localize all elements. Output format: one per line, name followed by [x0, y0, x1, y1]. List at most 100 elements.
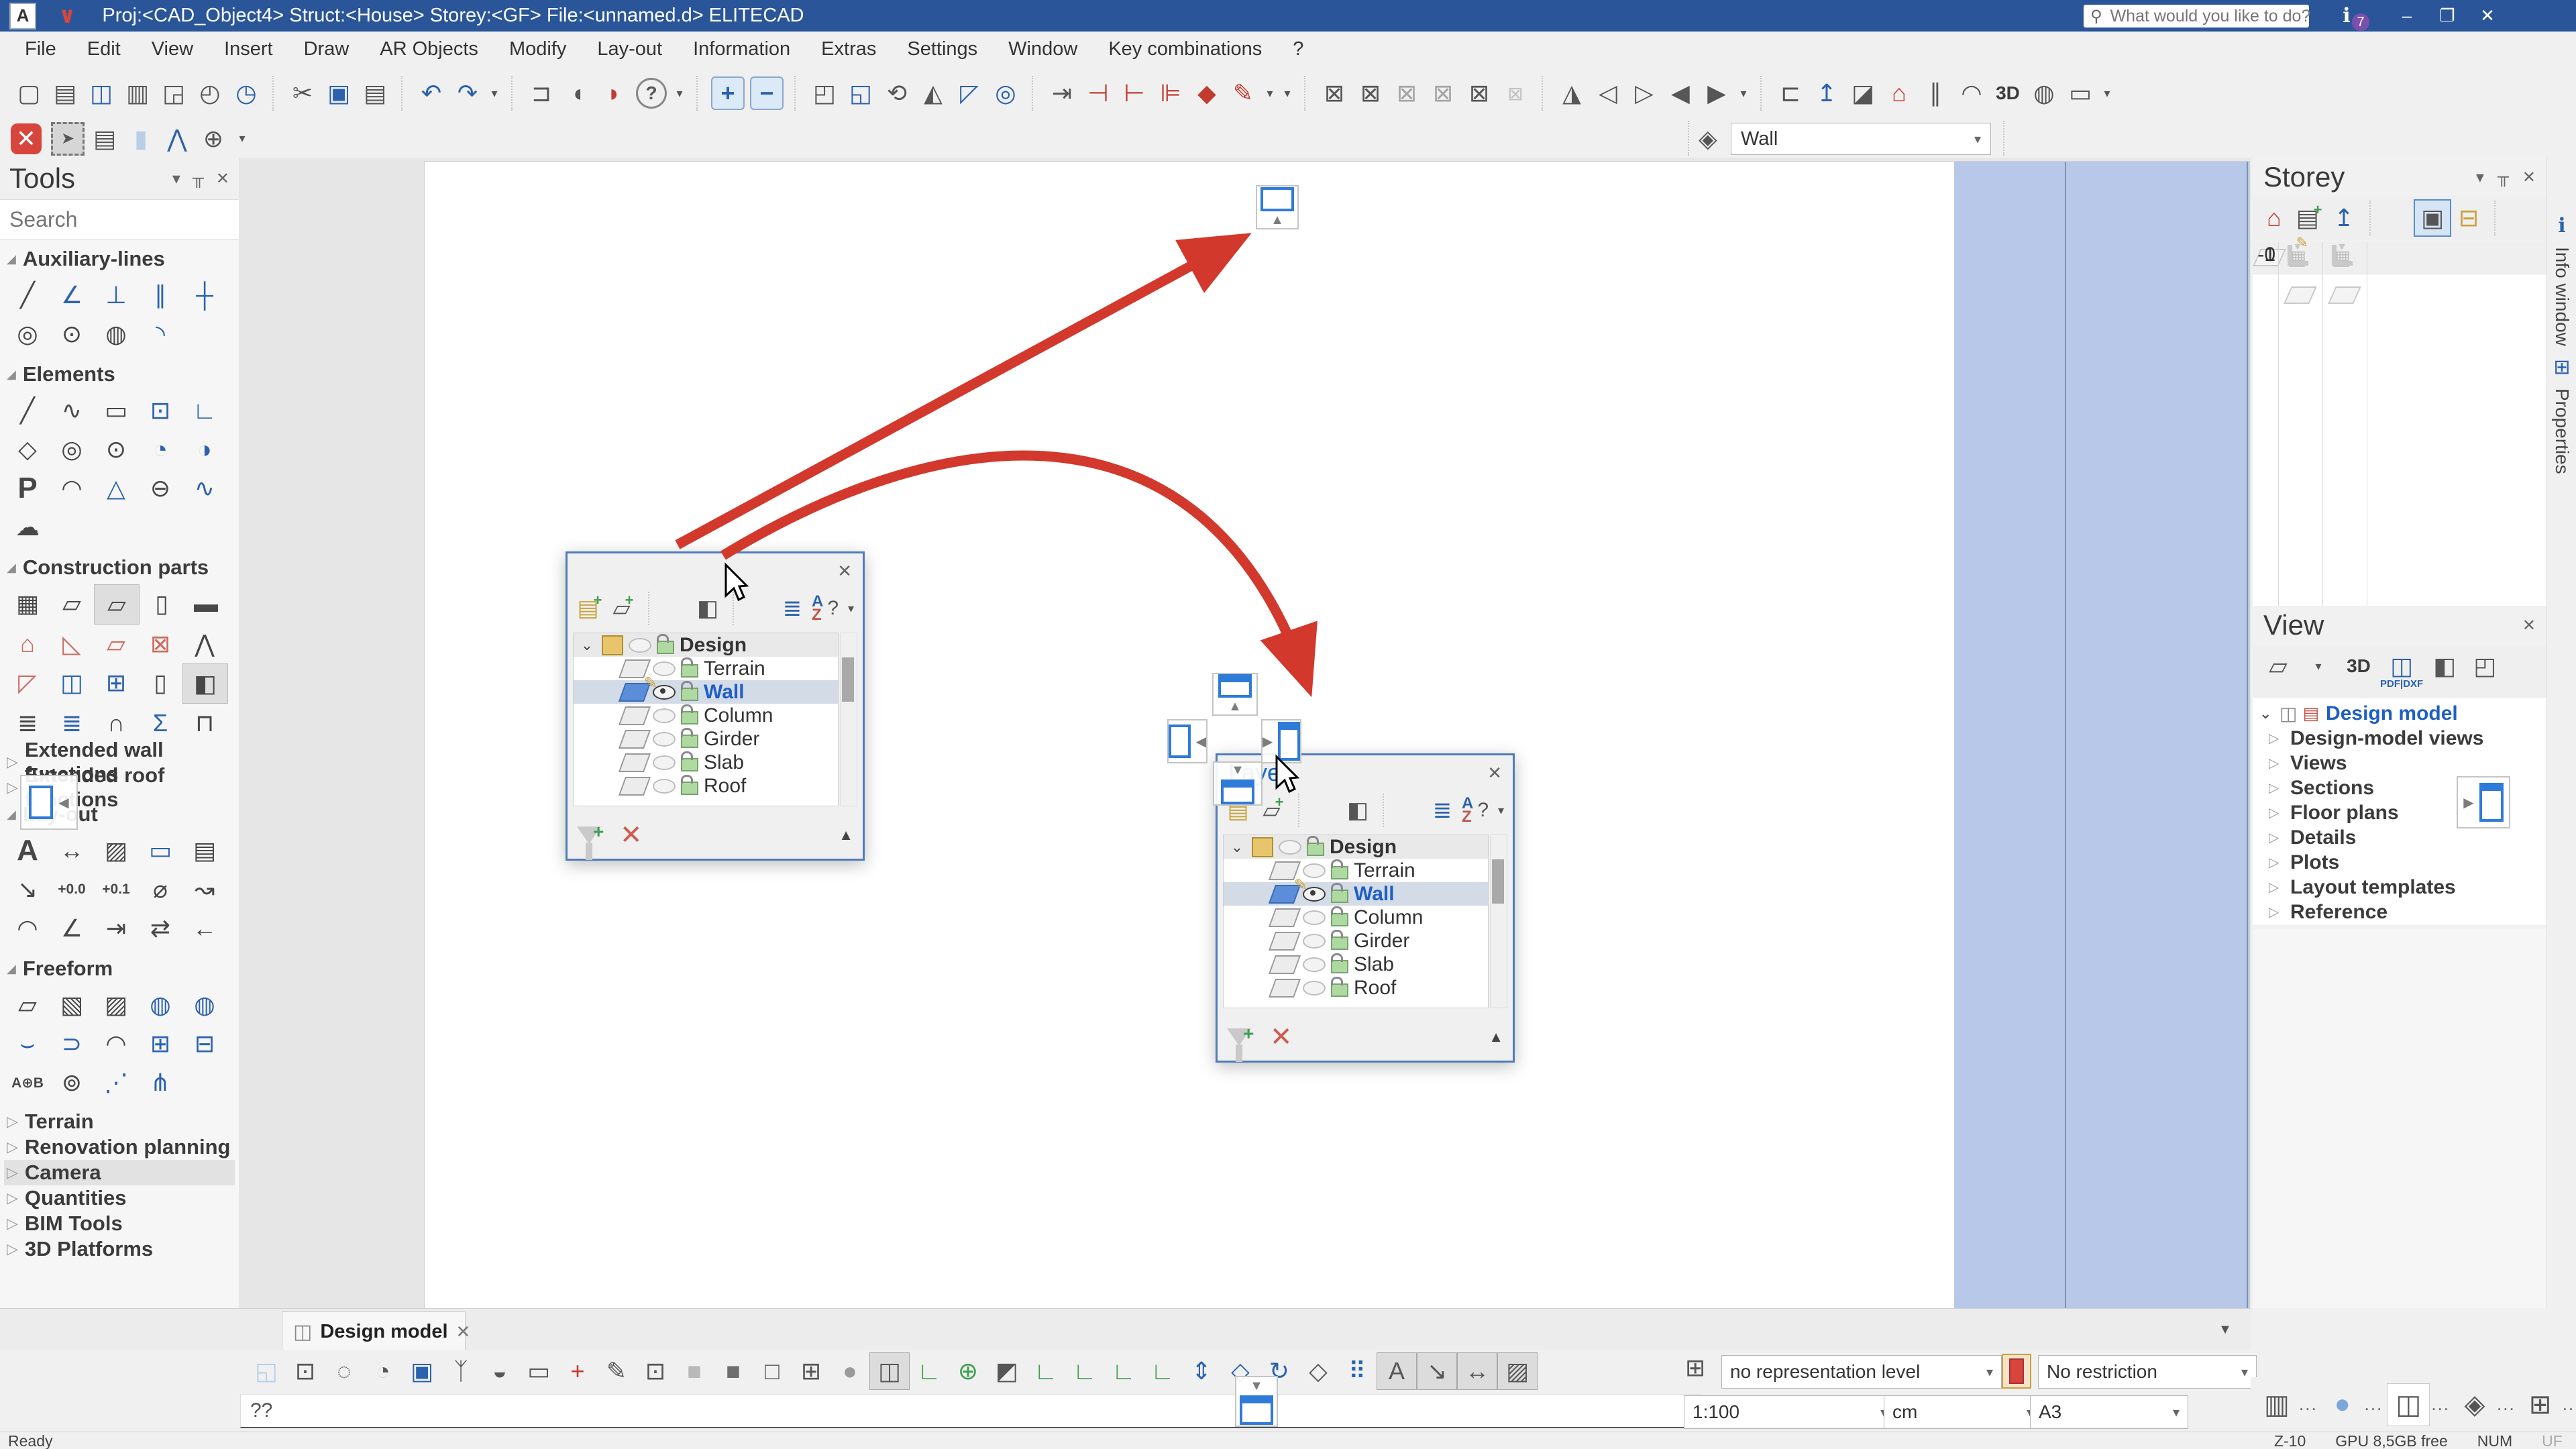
command-input[interactable] — [240, 1394, 1701, 1428]
visibility-eye-icon[interactable] — [653, 755, 676, 770]
region-select-button[interactable]: ▮ — [125, 123, 157, 155]
dock-left-indicator[interactable]: ◀ — [20, 775, 78, 830]
more-menu[interactable]: ... — [2365, 1394, 2383, 1415]
expand-chevron[interactable]: ▷ — [2269, 879, 2279, 896]
layer-row[interactable]: Column — [574, 704, 838, 727]
menu-item[interactable]: Settings — [892, 38, 993, 60]
menu-item[interactable]: View — [136, 38, 209, 60]
box-stretch-button[interactable]: ⇕ — [1182, 1353, 1221, 1389]
lock-icon[interactable] — [1331, 983, 1348, 997]
menu-item[interactable]: Draw — [288, 38, 365, 60]
chevron-down-icon[interactable] — [848, 602, 854, 616]
aux-parallel-tool[interactable]: ∥ — [138, 276, 182, 315]
collapsed-section[interactable]: Terrain — [4, 1109, 235, 1134]
unit-combo[interactable]: cm — [1884, 1395, 2042, 1429]
walk-mode-button[interactable]: ᛉ — [441, 1353, 480, 1389]
arc-tool[interactable]: ◠ — [50, 469, 94, 508]
cancel-button[interactable]: ✕ — [11, 123, 42, 154]
hidden-line-button[interactable]: ⊞ — [792, 1353, 830, 1389]
layer-type-icon[interactable] — [1269, 908, 1301, 927]
visibility-eye-icon[interactable] — [1303, 957, 1326, 972]
view-item[interactable]: ▷ Details — [2253, 825, 2546, 850]
chimney-tool[interactable]: ◸ — [5, 663, 50, 702]
lock-icon[interactable] — [1331, 913, 1348, 926]
camera-next-button[interactable]: ▶ — [1699, 75, 1735, 111]
expand-chevron[interactable]: ▷ — [2269, 854, 2279, 871]
menu-item[interactable]: Lay-out — [582, 38, 678, 60]
layer-row[interactable]: Roof — [574, 774, 838, 798]
stairs-railing-tool[interactable]: ≣ — [50, 704, 94, 743]
select-marquee-button[interactable]: ➤ — [51, 122, 85, 156]
modify-contour-button[interactable]: ✎ — [1225, 75, 1261, 111]
arrow-tool[interactable]: ← — [182, 909, 227, 948]
components-button[interactable]: ◈ — [2454, 1384, 2496, 1426]
window-grid-tool[interactable]: ⊞ — [94, 663, 138, 702]
layer-type-icon[interactable] — [1252, 837, 1273, 857]
view-contrast-button[interactable]: ◧ — [2426, 649, 2463, 684]
vr-view-button[interactable]: ◒ — [480, 1353, 519, 1389]
lock-icon[interactable] — [1307, 843, 1324, 856]
wall-tool[interactable]: ▦ — [5, 584, 50, 623]
workplane-button[interactable]: ◩ — [987, 1353, 1026, 1389]
layer-scrollbar[interactable] — [1490, 835, 1507, 1008]
separator[interactable] — [401, 76, 405, 111]
chevron-down-icon[interactable] — [2241, 1364, 2248, 1381]
circle-2pt-tool[interactable]: ◔ — [138, 430, 182, 469]
layer-row[interactable]: Terrain — [574, 657, 838, 680]
level-point-tool[interactable]: +0.1 — [94, 870, 138, 909]
restriction-door-icon[interactable] — [2002, 1354, 2031, 1389]
visibility-eye-icon[interactable] — [1303, 887, 1326, 902]
separator[interactable] — [1383, 794, 1417, 827]
separator[interactable] — [648, 592, 683, 625]
modify-more-button[interactable]: ▾ — [1261, 75, 1279, 111]
layer-name[interactable]: Terrain — [1354, 859, 1415, 882]
measure-element-button[interactable]: ◎ — [987, 75, 1024, 111]
menu-item[interactable]: Key combinations — [1093, 38, 1277, 60]
current-tool-combo[interactable]: Wall — [1731, 123, 1991, 155]
storey-state-icon[interactable] — [2288, 245, 2308, 266]
collapsed-section[interactable]: Renovation planning — [4, 1134, 235, 1160]
dimension-tool[interactable]: ↔ — [50, 831, 94, 870]
layer-help-button[interactable]: ? — [827, 597, 839, 620]
visibility-eye-icon[interactable] — [653, 779, 676, 794]
layer-type-icon[interactable] — [1269, 885, 1301, 904]
section-freeform[interactable]: Freeform — [4, 955, 235, 983]
zoom-out-button[interactable]: − — [750, 76, 784, 110]
panel-menu-button[interactable] — [2476, 168, 2484, 187]
layer-name[interactable]: Design — [680, 634, 747, 657]
redo-button[interactable]: ↷ — [449, 75, 486, 111]
layer-stack-button[interactable]: ▤ — [89, 123, 121, 155]
zoom-fit-button[interactable]: ▣ — [402, 1353, 441, 1389]
leader-tool[interactable]: ↘ — [5, 870, 50, 909]
polyline-tool[interactable]: ∿ — [50, 391, 94, 430]
menu-item[interactable]: Modify — [494, 38, 582, 60]
layer-name[interactable]: Girder — [704, 728, 759, 751]
layer-row[interactable]: Slab — [1224, 953, 1488, 976]
layer-name[interactable]: Roof — [704, 775, 746, 798]
expand-chevron[interactable]: ▷ — [2269, 829, 2279, 846]
layer-row[interactable]: Wall — [574, 680, 838, 704]
layer-name[interactable]: Column — [704, 704, 773, 727]
section-plane-button[interactable]: ⊏ — [1772, 75, 1809, 111]
shell-tool[interactable]: ◠ — [94, 1024, 138, 1063]
view-more-button[interactable]: ▾ — [1735, 75, 1752, 111]
layer-name[interactable]: Wall — [1354, 883, 1395, 906]
origin-snap-button[interactable]: ⊕ — [949, 1353, 987, 1389]
layer-row[interactable]: Girder — [1224, 929, 1488, 953]
text-block-tool[interactable]: ▤ — [182, 831, 227, 870]
more-menu[interactable]: ... — [2497, 1394, 2516, 1415]
view-item[interactable]: ▷ Design-model views — [2253, 726, 2546, 751]
collapsed-section[interactable]: BIM Tools — [4, 1211, 235, 1236]
expand-chevron[interactable]: ▷ — [2269, 904, 2279, 920]
render-button[interactable]: ◪ — [1845, 75, 1881, 111]
menu-item[interactable]: Insert — [209, 38, 288, 60]
dock-cluster-top-indicator[interactable]: ▲ — [1212, 673, 1258, 716]
expand-chevron[interactable]: ▷ — [2269, 755, 2279, 771]
lock-icon[interactable] — [1331, 960, 1348, 973]
pipe-tool[interactable]: ⊃ — [50, 1024, 94, 1063]
rectangle-points-tool[interactable]: ⊡ — [138, 391, 182, 430]
side-tab[interactable]: ℹ Info window — [2547, 205, 2576, 346]
line-tool[interactable]: ╱ — [5, 391, 50, 430]
arc-tool-button[interactable]: ◠ — [1953, 75, 1990, 111]
help-button[interactable]: ? — [636, 78, 667, 109]
